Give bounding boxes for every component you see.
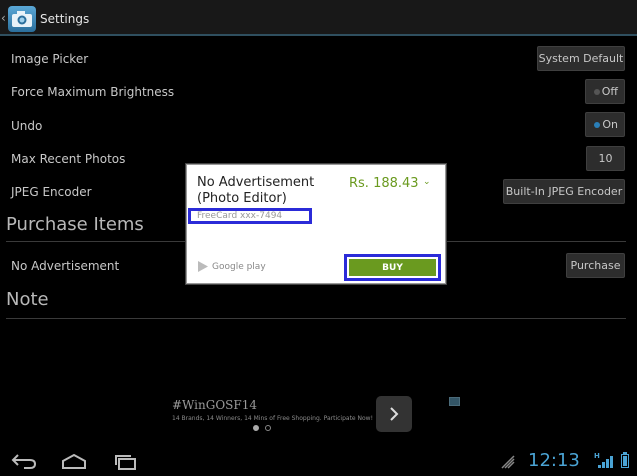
- ad-next-button[interactable]: [376, 396, 412, 432]
- toggle-indicator-icon: [594, 89, 600, 95]
- jpeg-encoder-label: JPEG Encoder: [11, 185, 92, 199]
- purchase-dialog: No Advertisement (Photo Editor) Rs. 188.…: [186, 164, 446, 284]
- back-icon[interactable]: [10, 452, 38, 470]
- buy-button[interactable]: BUY: [349, 259, 436, 276]
- battery-icon: [621, 454, 629, 468]
- max-recent-label: Max Recent Photos: [11, 152, 126, 166]
- purchase-section-title: Purchase Items: [6, 214, 144, 235]
- brightness-toggle[interactable]: Off: [585, 79, 625, 104]
- undo-toggle-label: On: [602, 118, 618, 131]
- note-section-title: Note: [6, 289, 49, 310]
- max-recent-button[interactable]: 10: [586, 146, 625, 171]
- google-play-logo: Google play: [197, 260, 266, 273]
- undo-label: Undo: [11, 119, 43, 133]
- ad-subtitle[interactable]: 14 Brands, 14 Winners, 14 Mins of Free S…: [172, 415, 373, 422]
- page-title: Settings: [40, 12, 90, 26]
- recent-apps-icon[interactable]: [112, 452, 140, 470]
- pager-dot-active: [253, 425, 259, 431]
- purchase-button[interactable]: Purchase: [566, 253, 625, 278]
- pager-dot: [265, 425, 271, 431]
- app-camera-icon[interactable]: [8, 6, 36, 32]
- brightness-toggle-label: Off: [601, 85, 618, 98]
- image-picker-label: Image Picker: [11, 52, 89, 66]
- dialog-price[interactable]: Rs. 188.43: [349, 176, 419, 191]
- battery-fill: [623, 456, 627, 466]
- jpeg-encoder-button[interactable]: Built-In JPEG Encoder: [503, 179, 625, 204]
- payment-method[interactable]: FreeCard xxx-7494: [197, 211, 282, 221]
- up-caret-icon[interactable]: ‹: [1, 11, 6, 25]
- chevron-down-icon[interactable]: ⌄: [423, 177, 431, 187]
- action-bar: ‹ Settings: [0, 0, 637, 36]
- brightness-label: Force Maximum Brightness: [11, 85, 175, 99]
- dialog-title: No Advertisement (Photo Editor): [197, 175, 315, 206]
- clock[interactable]: 12:13: [528, 450, 580, 471]
- toggle-indicator-icon: [594, 122, 600, 128]
- image-picker-button[interactable]: System Default: [537, 46, 625, 71]
- section-divider: [6, 318, 626, 319]
- signal-icon: [598, 456, 613, 468]
- no-ad-label: No Advertisement: [11, 259, 120, 273]
- undo-toggle[interactable]: On: [585, 112, 625, 137]
- google-play-text: Google play: [212, 261, 266, 272]
- home-icon[interactable]: [60, 452, 88, 470]
- play-triangle-icon: [198, 261, 208, 272]
- ad-title[interactable]: #WinGOSF14: [172, 398, 257, 412]
- chevron-right-icon: [390, 407, 399, 421]
- ad-info-icon[interactable]: [449, 397, 460, 406]
- notification-icon[interactable]: [500, 454, 516, 470]
